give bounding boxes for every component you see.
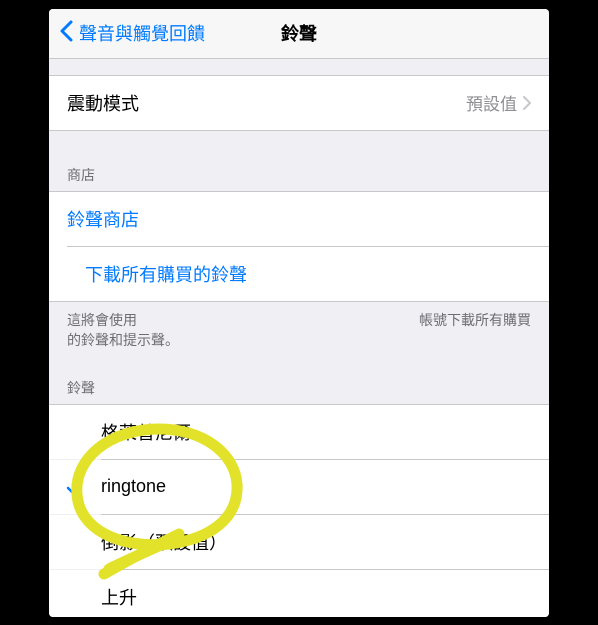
ringtones-header: 鈴聲 (49, 372, 549, 404)
chevron-left-icon (59, 20, 79, 47)
download-all-cell[interactable]: 下載所有購買的鈴聲 (67, 246, 549, 301)
ringtone-item-1[interactable]: ringtone (49, 460, 549, 514)
store-footer-right: 帳號下載所有購買 (419, 310, 531, 350)
tone-store-cell[interactable]: 鈴聲商店 (49, 192, 549, 246)
back-label: 聲音與觸覺回饋 (79, 20, 205, 46)
vibration-value: 預設值 (466, 90, 517, 115)
store-footer-left-2: 的鈴聲和提示聲。 (67, 330, 179, 350)
page-title: 鈴聲 (281, 20, 317, 46)
ringtone-item-2[interactable]: 倒影（預設值） (49, 515, 549, 569)
ringtone-item-3[interactable]: 上升 (49, 570, 549, 617)
ringtone-label: 格萊普尼爾 (101, 419, 191, 445)
store-footer: 這將會使用 的鈴聲和提示聲。 帳號下載所有購買 (49, 302, 549, 356)
chevron-right-icon (523, 96, 531, 110)
tone-store-label: 鈴聲商店 (67, 206, 531, 232)
navigation-bar: 聲音與觸覺回饋 鈴聲 (49, 9, 549, 59)
vibration-cell[interactable]: 震動模式 預設值 (49, 75, 549, 131)
vibration-label: 震動模式 (67, 90, 466, 116)
ringtone-label: ringtone (101, 476, 166, 497)
ringtone-item-0[interactable]: 格萊普尼爾 (49, 405, 549, 459)
store-footer-left: 這將會使用 (67, 310, 179, 330)
download-all-label: 下載所有購買的鈴聲 (85, 261, 531, 287)
ringtone-list: 格萊普尼爾 ringtone 倒影（預設值） 上升 (49, 404, 549, 617)
ringtone-label: 倒影（預設值） (101, 529, 227, 555)
settings-screen: 聲音與觸覺回饋 鈴聲 震動模式 預設值 商店 鈴聲商店 下載所有購買的鈴聲 這將… (49, 9, 549, 617)
checkmark-icon (49, 478, 101, 496)
store-header: 商店 (49, 159, 549, 191)
ringtone-label: 上升 (101, 584, 137, 610)
store-group: 鈴聲商店 下載所有購買的鈴聲 (49, 191, 549, 302)
back-button[interactable]: 聲音與觸覺回饋 (59, 20, 205, 47)
